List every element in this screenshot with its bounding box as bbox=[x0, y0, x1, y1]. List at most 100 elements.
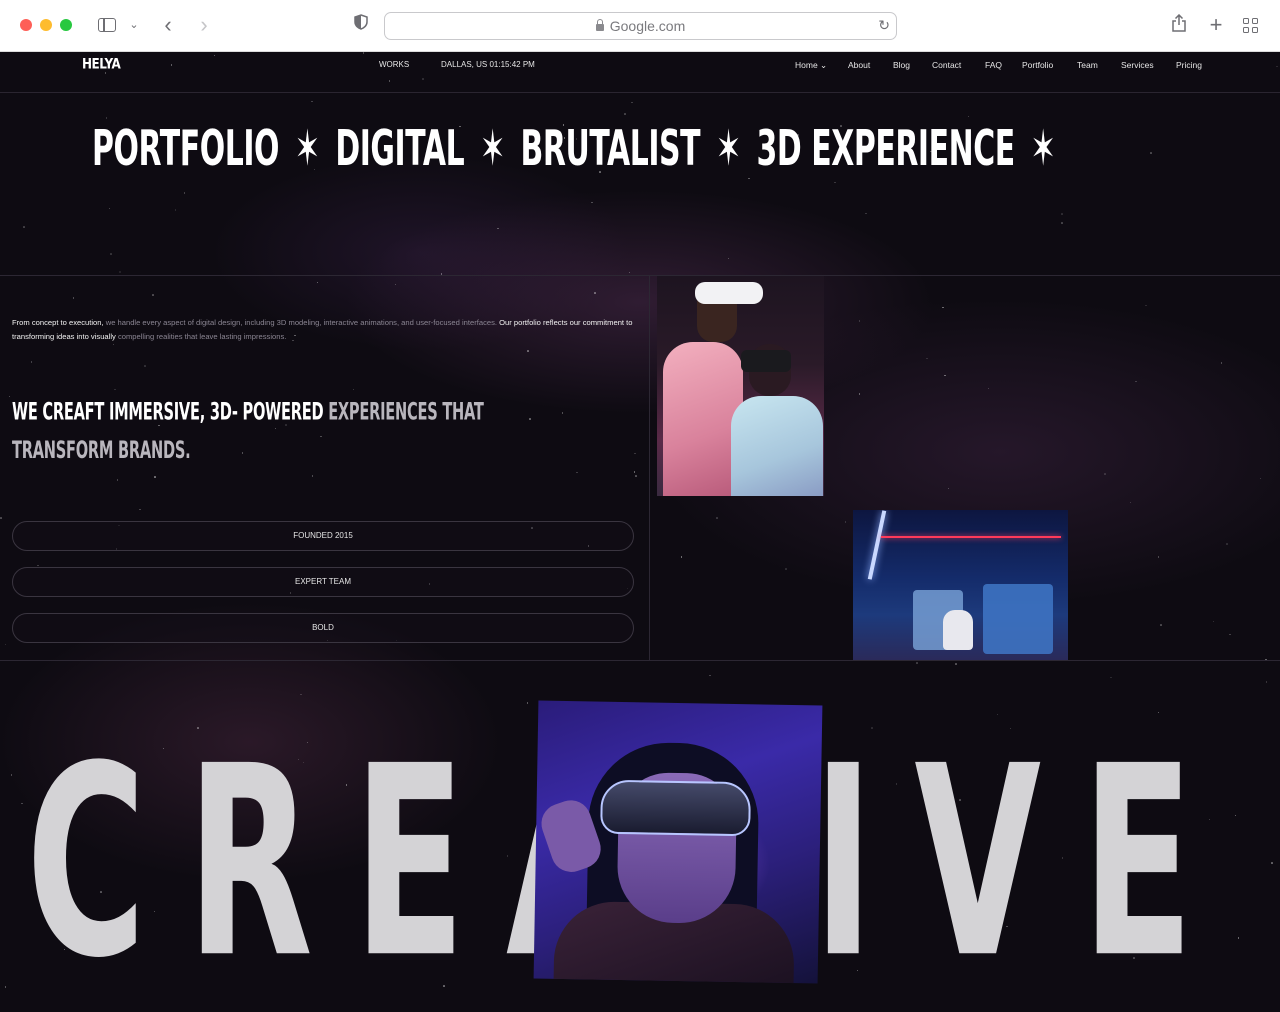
star-dot bbox=[844, 521, 847, 523]
star-dot bbox=[633, 471, 636, 473]
share-icon[interactable] bbox=[1170, 13, 1188, 36]
star-dot bbox=[21, 802, 23, 805]
reload-icon[interactable]: ↻ bbox=[878, 17, 890, 34]
menu-item-home[interactable]: Home ⌄ bbox=[795, 60, 827, 71]
star-dot bbox=[110, 253, 112, 255]
star-dot bbox=[576, 471, 578, 474]
star-dot bbox=[311, 475, 314, 477]
marquee-item: PORTFOLIO bbox=[92, 120, 280, 178]
menu-item-blog[interactable]: Blog bbox=[893, 60, 910, 70]
star-dot bbox=[497, 227, 499, 230]
intro-paragraph: From concept to execution, we handle eve… bbox=[12, 316, 642, 343]
star-dot bbox=[0, 517, 2, 519]
star-dot bbox=[1226, 543, 1228, 545]
star-dot bbox=[716, 517, 718, 519]
star-dot bbox=[634, 452, 636, 455]
url-text: Google.com bbox=[609, 18, 686, 34]
zoom-window-button[interactable] bbox=[60, 19, 72, 31]
star-dot bbox=[1135, 380, 1137, 383]
star-dot bbox=[108, 207, 111, 210]
chevron-down-icon[interactable]: ⌄ bbox=[127, 14, 141, 36]
tabs-grid-icon[interactable] bbox=[1243, 14, 1261, 36]
star-dot bbox=[1129, 501, 1132, 504]
star-dot bbox=[37, 564, 39, 567]
star-dot bbox=[114, 388, 116, 391]
star-dot bbox=[631, 101, 633, 104]
pill-bold[interactable]: BOLD bbox=[12, 613, 634, 643]
pill-founded[interactable]: FOUNDED 2015 bbox=[12, 521, 634, 551]
menu-item-contact[interactable]: Contact bbox=[932, 60, 961, 70]
star-dot bbox=[1265, 681, 1268, 683]
menu-item-about[interactable]: About bbox=[848, 60, 870, 70]
visor-portrait-photo bbox=[533, 700, 823, 984]
star-dot bbox=[4, 643, 7, 646]
star-dot bbox=[865, 212, 867, 215]
star-dot bbox=[635, 475, 637, 477]
intro-text-muted: compelling realities that leave lasting … bbox=[115, 331, 287, 341]
forward-icon[interactable]: › bbox=[196, 14, 212, 36]
star-dot bbox=[955, 663, 957, 665]
star-dot bbox=[858, 320, 861, 322]
star-dot bbox=[4, 986, 7, 988]
star-dot bbox=[858, 393, 861, 395]
star-dot bbox=[1110, 676, 1112, 679]
marquee-banner: PORTFOLIO ✶ DIGITAL ✶ BRUTALIST ✶ 3D EXPERIENC… bbox=[92, 120, 1071, 178]
star-dot bbox=[942, 306, 944, 309]
star-dot bbox=[1259, 477, 1262, 480]
site-header: HELYA WORKS DALLAS, US 01:15:42 PM Home … bbox=[0, 52, 1280, 93]
menu-item-faq[interactable]: FAQ bbox=[985, 60, 1002, 70]
sidebar-icon[interactable] bbox=[98, 14, 118, 36]
site-logo[interactable]: HELYA bbox=[82, 56, 121, 72]
star-dot bbox=[680, 556, 683, 558]
menu-item-team[interactable]: Team bbox=[1077, 60, 1098, 70]
back-icon[interactable]: ‹ bbox=[160, 14, 176, 36]
star-dot bbox=[1061, 213, 1063, 215]
star-dot bbox=[1212, 620, 1215, 623]
address-bar[interactable]: Google.com ↻ bbox=[384, 12, 897, 40]
star-separator-icon: ✶ bbox=[1030, 120, 1056, 178]
star-dot bbox=[174, 209, 177, 211]
star-dot bbox=[1145, 304, 1147, 307]
webpage: HELYA WORKS DALLAS, US 01:15:42 PM Home … bbox=[0, 52, 1280, 1012]
star-dot bbox=[785, 568, 787, 570]
star-dot bbox=[8, 395, 11, 398]
section-divider bbox=[0, 275, 1280, 276]
star-dot bbox=[311, 100, 313, 103]
star-dot bbox=[10, 774, 13, 776]
works-link[interactable]: WORKS bbox=[379, 60, 409, 69]
close-window-button[interactable] bbox=[20, 19, 32, 31]
location-clock: DALLAS, US 01:15:42 PM bbox=[441, 60, 535, 69]
star-dot bbox=[834, 181, 836, 184]
minimize-window-button[interactable] bbox=[40, 19, 52, 31]
column-divider bbox=[649, 275, 650, 660]
star-dot bbox=[352, 388, 355, 391]
star-dot bbox=[1150, 152, 1152, 154]
pill-expert-team[interactable]: EXPERT TEAM bbox=[12, 567, 634, 597]
intro-text-muted: we handle every aspect of digital design… bbox=[103, 318, 498, 327]
star-dot bbox=[1229, 633, 1231, 636]
menu-item-services[interactable]: Services bbox=[1121, 60, 1154, 70]
star-dot bbox=[926, 357, 928, 360]
menu-item-pricing[interactable]: Pricing bbox=[1176, 60, 1202, 70]
menu-item-portfolio[interactable]: Portfolio bbox=[1022, 60, 1053, 70]
browser-toolbar: ⌄ ‹ › Google.com ↻ + bbox=[0, 0, 1280, 52]
star-dot bbox=[300, 693, 302, 696]
star-separator-icon: ✶ bbox=[480, 120, 505, 178]
star-dot bbox=[1160, 624, 1162, 626]
star-dot bbox=[183, 192, 186, 194]
plus-icon[interactable]: + bbox=[1206, 14, 1226, 36]
shield-icon[interactable] bbox=[352, 14, 370, 36]
marquee-item: DIGITAL bbox=[335, 120, 465, 178]
star-dot bbox=[116, 479, 119, 481]
star-dot bbox=[591, 201, 593, 204]
star-dot bbox=[628, 271, 631, 274]
star-separator-icon: ✶ bbox=[294, 120, 320, 178]
star-dot bbox=[1061, 222, 1063, 224]
star-dot bbox=[527, 350, 529, 352]
lock-icon bbox=[595, 19, 604, 31]
hero-headline: WE CREAFT IMMERSIVE, 3D- POWERED EXPERIE… bbox=[12, 394, 580, 471]
star-dot bbox=[944, 374, 946, 377]
star-dot bbox=[72, 297, 75, 299]
star-dot bbox=[1271, 862, 1273, 864]
star-dot bbox=[23, 226, 25, 228]
